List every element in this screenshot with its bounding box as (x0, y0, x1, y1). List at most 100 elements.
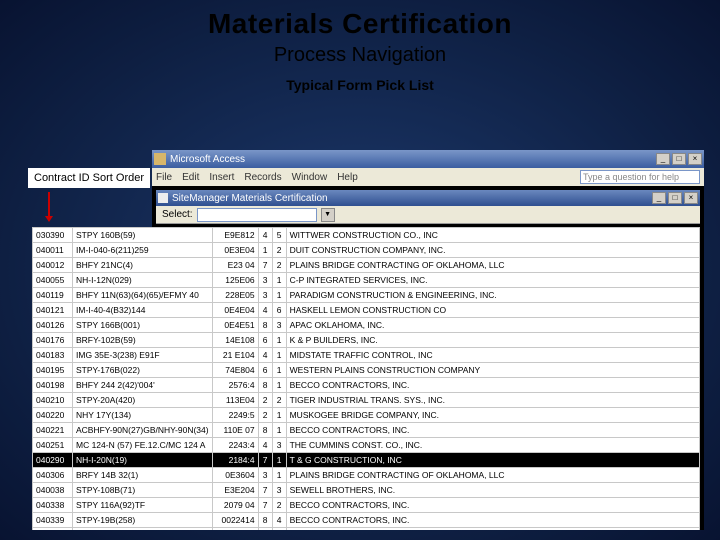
inner-window: SiteManager Materials Certification _ □ … (156, 190, 700, 224)
cell-code: BHFY 11N(63)(64)(65)/EFMY 40 (73, 288, 213, 303)
cell-id: 040306 (33, 468, 73, 483)
cell-num: 14E108 (212, 333, 258, 348)
cell-code: MC 124-N (57) FE.12.C/MC 124 A (73, 438, 213, 453)
menu-help[interactable]: Help (337, 172, 358, 183)
table-row[interactable]: 040183IMG 35E-3(238) E91F21 E10441MIDSTA… (33, 348, 700, 363)
cell-id: 040198 (33, 378, 73, 393)
table-row[interactable]: 040210STPY-20A(420)113E0422TIGER INDUSTR… (33, 393, 700, 408)
cell-b: 1 (272, 408, 286, 423)
table-row[interactable]: 040055NH-I-12N(029)125E0631C-P INTEGRATE… (33, 273, 700, 288)
slide-title: Materials Certification (0, 8, 720, 40)
table-row[interactable]: 040121IM-I-40-4(B32)1440E4E0446HASKELL L… (33, 303, 700, 318)
table-row[interactable]: 040195STPY-176B(022)74E80461WESTERN PLAI… (33, 363, 700, 378)
cell-a: 7 (258, 528, 272, 531)
cell-b: 1 (272, 378, 286, 393)
table-row[interactable]: 040344BRO 134D(40)(41)(42)DC225E04571HUB… (33, 528, 700, 531)
inner-close-button[interactable]: × (684, 192, 698, 204)
cell-id: 040176 (33, 333, 73, 348)
slide-subtitle2: Typical Form Pick List (0, 77, 720, 93)
form-icon (158, 193, 168, 203)
outer-minimize-button[interactable]: _ (656, 153, 670, 165)
cell-id: 040344 (33, 528, 73, 531)
table-row[interactable]: 040339STPY-19B(258)002241484BECCO CONTRA… (33, 513, 700, 528)
table-row[interactable]: 040338STPY 116A(92)TF2079 0472BECCO CONT… (33, 498, 700, 513)
table-row[interactable]: 040011IM-I-040-6(211)2590E3E0412DUIT CON… (33, 243, 700, 258)
cell-co: MIDSTATE TRAFFIC CONTROL, INC (286, 348, 699, 363)
cell-num: 2079 04 (212, 498, 258, 513)
inner-title-text: SiteManager Materials Certification (172, 193, 328, 204)
inner-minimize-button[interactable]: _ (652, 192, 666, 204)
cell-co: DUIT CONSTRUCTION COMPANY, INC. (286, 243, 699, 258)
select-dropdown-button[interactable]: ▼ (321, 208, 335, 222)
menu-file[interactable]: File (156, 172, 172, 183)
menu-records[interactable]: Records (244, 172, 281, 183)
cell-b: 2 (272, 243, 286, 258)
cell-b: 3 (272, 438, 286, 453)
cell-a: 4 (258, 303, 272, 318)
table-row[interactable]: 040012BHFY 21NC(4)E23 0472PLAINS BRIDGE … (33, 258, 700, 273)
cell-code: IM-I-40-4(B32)144 (73, 303, 213, 318)
cell-a: 1 (258, 243, 272, 258)
cell-co: BECCO CONTRACTORS, INC. (286, 378, 699, 393)
cell-co: PARADIGM CONSTRUCTION & ENGINEERING, INC… (286, 288, 699, 303)
table-row[interactable]: 040119BHFY 11N(63)(64)(65)/EFMY 40228E05… (33, 288, 700, 303)
cell-b: 2 (272, 258, 286, 273)
menu-edit[interactable]: Edit (182, 172, 199, 183)
table-row[interactable]: 040251MC 124-N (57) FE.12.C/MC 124 A2243… (33, 438, 700, 453)
table-row[interactable]: 040198BHFY 244 2(42)'004'2576:481BECCO C… (33, 378, 700, 393)
pick-list-grid[interactable]: 030390STPY 160B(59)E9E81245WITTWER CONST… (32, 227, 700, 530)
select-combobox[interactable] (197, 208, 317, 222)
table-row[interactable]: 040126STPY 166B(001)0E4E5183APAC OKLAHOM… (33, 318, 700, 333)
cell-id: 040290 (33, 453, 73, 468)
table-row[interactable]: 040176BRFY-102B(59)14E10861K & P BUILDER… (33, 333, 700, 348)
table-row[interactable]: 040221ACBHFY-90N(27)GB/NHY-90N(34)110E 0… (33, 423, 700, 438)
cell-a: 3 (258, 273, 272, 288)
cell-code: NHY 17Y(134) (73, 408, 213, 423)
cell-a: 8 (258, 378, 272, 393)
cell-id: 040121 (33, 303, 73, 318)
cell-a: 3 (258, 288, 272, 303)
cell-code: ACBHFY-90N(27)GB/NHY-90N(34) (73, 423, 213, 438)
cell-co: THE CUMMINS CONST. CO., INC. (286, 438, 699, 453)
cell-num: 113E04 (212, 393, 258, 408)
cell-co: WESTERN PLAINS CONSTRUCTION COMPANY (286, 363, 699, 378)
cell-a: 7 (258, 498, 272, 513)
cell-code: IM-I-040-6(211)259 (73, 243, 213, 258)
cell-num: 0E3604 (212, 468, 258, 483)
cell-code: NH-I-20N(19) (73, 453, 213, 468)
arrow-down-icon (48, 192, 50, 216)
cell-code: STPY-19B(258) (73, 513, 213, 528)
table-row[interactable]: 040220NHY 17Y(134)2249:521MUSKOGEE BRIDG… (33, 408, 700, 423)
access-application-shell: Microsoft Access _ □ × File Edit Insert … (152, 150, 704, 530)
menu-window[interactable]: Window (292, 172, 328, 183)
cell-id: 040038 (33, 483, 73, 498)
table-row[interactable]: 030390STPY 160B(59)E9E81245WITTWER CONST… (33, 228, 700, 243)
cell-code: BRO 134D(40)(41)(42)DC (73, 528, 213, 531)
outer-close-button[interactable]: × (688, 153, 702, 165)
table-row[interactable]: 040290NH-I-20N(19)2184:471T & G CONSTRUC… (33, 453, 700, 468)
cell-code: BHFY 21NC(4) (73, 258, 213, 273)
cell-b: 1 (272, 333, 286, 348)
cell-id: 040126 (33, 318, 73, 333)
cell-a: 7 (258, 258, 272, 273)
slide-subtitle: Process Navigation (0, 44, 720, 67)
cell-a: 8 (258, 423, 272, 438)
outer-maximize-button[interactable]: □ (672, 153, 686, 165)
cell-code: STPY 166B(001) (73, 318, 213, 333)
help-search-input[interactable] (580, 170, 700, 184)
cell-co: PLAINS BRIDGE CONTRACTING OF OKLAHOMA, L… (286, 468, 699, 483)
table-row[interactable]: 040306BRFY 14B 32(1)0E360431PLAINS BRIDG… (33, 468, 700, 483)
inner-maximize-button[interactable]: □ (668, 192, 682, 204)
cell-id: 040210 (33, 393, 73, 408)
cell-num: 21 E104 (212, 348, 258, 363)
cell-id: 040195 (33, 363, 73, 378)
cell-co: C-P INTEGRATED SERVICES, INC. (286, 273, 699, 288)
cell-b: 3 (272, 318, 286, 333)
menu-insert[interactable]: Insert (209, 172, 234, 183)
cell-b: 1 (272, 468, 286, 483)
table-row[interactable]: 040038STPY-108B(71)E3E20473SEWELL BROTHE… (33, 483, 700, 498)
cell-num: 2249:5 (212, 408, 258, 423)
cell-code: STPY 160B(59) (73, 228, 213, 243)
contract-table[interactable]: 030390STPY 160B(59)E9E81245WITTWER CONST… (32, 227, 700, 530)
access-outer-window: Microsoft Access _ □ × File Edit Insert … (152, 150, 704, 186)
